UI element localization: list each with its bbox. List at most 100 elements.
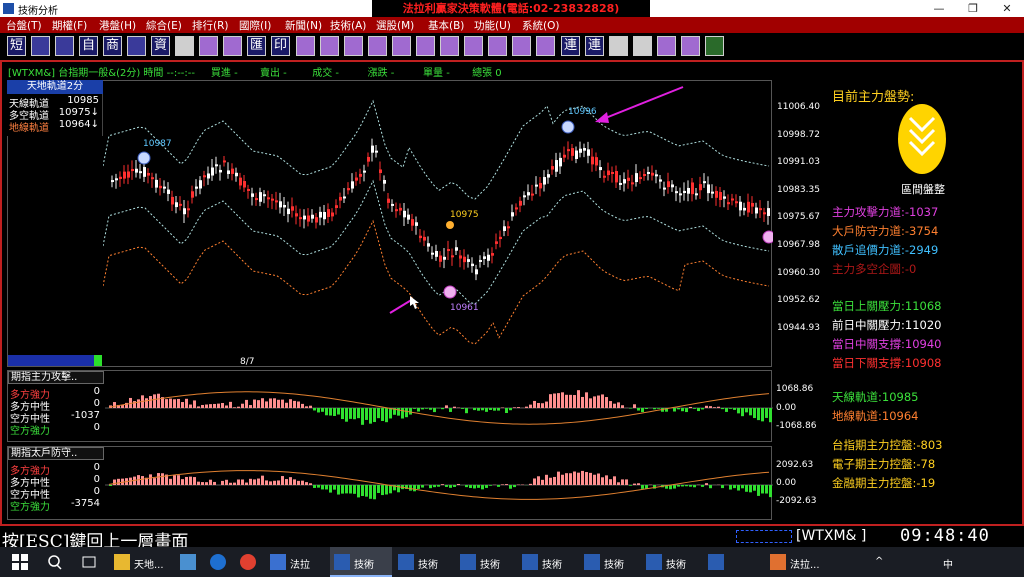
- taskbar-item[interactable]: [704, 547, 766, 577]
- histogram-bar: [317, 485, 320, 488]
- taskbar-pin[interactable]: [206, 547, 236, 577]
- histogram-bar: [309, 483, 312, 485]
- menu-item-technical[interactable]: 技術(A): [330, 18, 366, 33]
- toolbar-icon-9[interactable]: [657, 36, 676, 56]
- minus-icon[interactable]: [320, 36, 339, 56]
- taskbar-label: 技術: [354, 560, 374, 571]
- status-input-box[interactable]: [736, 530, 792, 543]
- plus-icon[interactable]: [296, 36, 315, 56]
- minimize-button[interactable]: —: [922, 0, 956, 17]
- close-button[interactable]: ✕: [990, 0, 1024, 17]
- task-view-button[interactable]: [72, 547, 106, 577]
- commodity-button[interactable]: 商: [103, 36, 122, 56]
- custom-button[interactable]: 自: [79, 36, 98, 56]
- menu-item-taipan[interactable]: 台盤(T): [6, 18, 42, 33]
- menu-item-stock-select[interactable]: 選股(M): [376, 18, 414, 33]
- volume-icon[interactable]: [914, 547, 934, 577]
- end-icon[interactable]: [464, 36, 483, 56]
- export-button[interactable]: 匯: [247, 36, 266, 56]
- histogram-bar: [621, 405, 624, 408]
- histogram-bar: [117, 478, 120, 485]
- notification-icon[interactable]: [1004, 547, 1024, 577]
- candle-body: [567, 149, 570, 152]
- histogram-bar: [729, 485, 732, 490]
- double-right-icon[interactable]: [440, 36, 459, 56]
- arrow-left-icon[interactable]: [344, 36, 363, 56]
- candle-body: [239, 177, 242, 186]
- taskbar-item[interactable]: 天地...: [110, 547, 174, 577]
- candle-body: [767, 208, 770, 216]
- link-button-2[interactable]: 連: [585, 36, 604, 56]
- short-button[interactable]: 短: [7, 36, 26, 56]
- menu-item-composite[interactable]: 綜合(E): [146, 18, 182, 33]
- candle-body: [215, 164, 218, 167]
- histogram-bar: [605, 475, 608, 485]
- candle-body: [135, 168, 138, 173]
- candlestick-chart[interactable]: 10987 10996 10975 10961: [103, 81, 773, 353]
- menu-item-ranking[interactable]: 排行(R): [192, 18, 229, 33]
- histogram-bar: [641, 485, 644, 489]
- attack-histogram: [105, 390, 773, 425]
- toolbar-icon-10[interactable]: [681, 36, 700, 56]
- candle-body: [355, 177, 358, 181]
- left-icon[interactable]: [392, 36, 411, 56]
- taskbar-item[interactable]: 技術: [580, 547, 642, 577]
- candle-body: [763, 212, 766, 215]
- stat-row: 當日下關支撐:10908: [832, 356, 942, 370]
- clock[interactable]: [964, 547, 1004, 577]
- menu-item-function[interactable]: 功能(U): [474, 18, 511, 33]
- histogram-bar: [321, 408, 324, 412]
- tray-chevron-icon[interactable]: ^: [870, 547, 890, 577]
- ime-indicator[interactable]: 中: [940, 547, 960, 577]
- toolbar-icon-1[interactable]: [31, 36, 50, 56]
- histogram-bar: [149, 396, 152, 408]
- menu-item-international[interactable]: 國際(I): [239, 18, 271, 33]
- histogram-bar: [149, 474, 152, 485]
- candle-body: [267, 197, 270, 200]
- taskbar-item[interactable]: 法拉: [266, 547, 330, 577]
- legend-row-lower: 地線軌道 10964↓: [9, 119, 103, 134]
- chart-scrollbar[interactable]: [8, 355, 102, 366]
- menu-item-futures[interactable]: 期權(F): [52, 18, 87, 33]
- right-icon[interactable]: [416, 36, 435, 56]
- candle-body: [231, 168, 234, 174]
- toolbar-icon-2[interactable]: [55, 36, 74, 56]
- toolbar-icon-11[interactable]: [705, 36, 724, 56]
- candle-body: [435, 251, 438, 257]
- app-icon: [3, 3, 14, 14]
- toolbar-icon-8[interactable]: [609, 36, 628, 56]
- start-button[interactable]: [0, 547, 38, 577]
- toolbar-icon-6[interactable]: [223, 36, 242, 56]
- double-left-icon[interactable]: [368, 36, 387, 56]
- search-button[interactable]: [38, 547, 72, 577]
- down-icon[interactable]: [512, 36, 531, 56]
- toolbar-icon-3[interactable]: [127, 36, 146, 56]
- taskbar-item-active[interactable]: 技術: [330, 547, 392, 577]
- histogram-bar: [529, 483, 532, 485]
- menu-item-hk[interactable]: 港盤(H): [99, 18, 136, 33]
- restore-button[interactable]: ❐: [956, 0, 990, 17]
- toolbar-icon-5[interactable]: [199, 36, 218, 56]
- toolbar-icon-4[interactable]: [175, 36, 194, 56]
- lock-icon[interactable]: [633, 36, 652, 56]
- link-button-1[interactable]: 連: [561, 36, 580, 56]
- taskbar-pin[interactable]: [236, 547, 266, 577]
- print-button[interactable]: 印: [271, 36, 290, 56]
- network-icon[interactable]: [892, 547, 912, 577]
- data-button[interactable]: 資: [151, 36, 170, 56]
- taskbar-item[interactable]: 技術: [456, 547, 518, 577]
- taskbar-item[interactable]: 法拉...: [766, 547, 828, 577]
- taskbar-item[interactable]: 技術: [518, 547, 580, 577]
- menu-item-system[interactable]: 系統(O): [522, 18, 559, 33]
- taskbar-item[interactable]: 技術: [394, 547, 456, 577]
- menu-item-fundamental[interactable]: 基本(B): [428, 18, 464, 33]
- taskbar-item[interactable]: 技術: [642, 547, 704, 577]
- histogram-bar: [181, 402, 184, 408]
- trend-badge: [898, 104, 946, 174]
- up-icon[interactable]: [488, 36, 507, 56]
- toolbar-icon-7[interactable]: [536, 36, 555, 56]
- taskbar-pin[interactable]: [176, 547, 206, 577]
- menu-item-news[interactable]: 新聞(N): [285, 18, 322, 33]
- scroll-thumb[interactable]: [94, 355, 102, 366]
- histogram-bar: [329, 485, 332, 493]
